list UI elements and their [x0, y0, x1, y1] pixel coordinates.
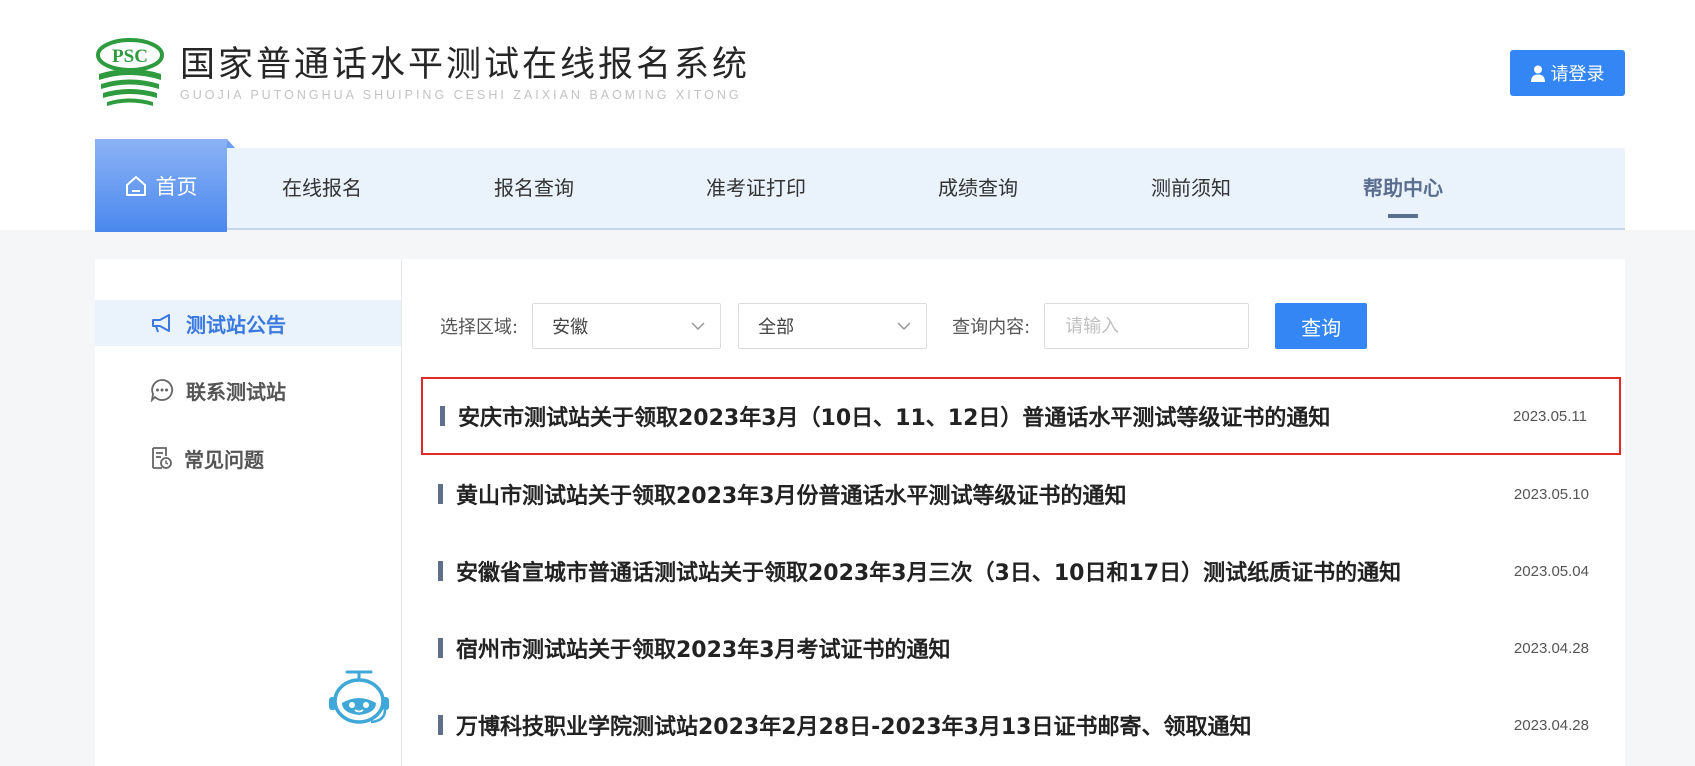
main-nav: 首页 在线报名 报名查询 准考证打印 成绩查询 测前须知 帮助中心 — [95, 139, 1625, 232]
faq-document-icon — [152, 447, 172, 469]
notice-item[interactable]: 安徽省宣城市普通话测试站关于领取2023年3月三次（3日、10日和17日）测试纸… — [421, 532, 1621, 610]
notice-title[interactable]: 安庆市测试站关于领取2023年3月（10日、11、12日）普通话水平测试等级证书… — [458, 400, 1513, 432]
robot-assistant-icon[interactable] — [325, 669, 393, 729]
nav-pre-test-notice[interactable]: 测前须知 — [1151, 148, 1231, 228]
notice-title[interactable]: 万博科技职业学院测试站2023年2月28日-2023年3月13日证书邮寄、领取通… — [456, 709, 1514, 741]
psc-emblem-icon: PSC — [96, 38, 164, 106]
region-select[interactable]: 安徽 — [532, 303, 722, 349]
chevron-down-icon — [691, 322, 705, 330]
notice-bullet — [440, 406, 445, 426]
nav-home[interactable]: 首页 — [95, 139, 235, 232]
notice-bullet — [438, 484, 443, 504]
notice-title[interactable]: 安徽省宣城市普通话测试站关于领取2023年3月三次（3日、10日和17日）测试纸… — [456, 555, 1514, 587]
login-button[interactable]: 请登录 — [1510, 50, 1625, 96]
site-title: 国家普通话水平测试在线报名系统 — [180, 44, 751, 85]
nav-online-registration[interactable]: 在线报名 — [282, 148, 362, 228]
notice-item[interactable]: 安庆市测试站关于领取2023年3月（10日、11、12日）普通话水平测试等级证书… — [421, 377, 1621, 455]
chat-bubble-icon — [150, 379, 174, 402]
home-icon — [125, 175, 146, 196]
region-select-value: 安徽 — [552, 317, 589, 338]
region-label: 选择区域: — [440, 317, 519, 338]
scope-select-value: 全部 — [758, 317, 795, 338]
notice-title[interactable]: 宿州市测试站关于领取2023年3月考试证书的通知 — [456, 632, 1514, 664]
sidebar-item-faq[interactable]: 常见问题 — [95, 435, 401, 481]
svg-text:PSC: PSC — [112, 46, 148, 67]
nav-help-center[interactable]: 帮助中心 — [1363, 148, 1443, 228]
site-logo[interactable]: PSC 国家普通话水平测试在线报名系统 GUOJIA PUTONGHUA SHU… — [95, 38, 750, 108]
notice-date: 2023.05.04 — [1513, 562, 1589, 580]
query-label: 查询内容: — [952, 317, 1031, 338]
notice-date: 2023.04.28 — [1513, 639, 1589, 657]
sidebar-item-label: 联系测试站 — [186, 379, 286, 404]
notice-item[interactable]: 万博科技职业学院测试站2023年2月28日-2023年3月13日证书邮寄、领取通… — [421, 686, 1621, 764]
login-label: 请登录 — [1550, 64, 1605, 85]
nav-registration-query[interactable]: 报名查询 — [494, 148, 574, 228]
notice-date: 2023.04.28 — [1513, 716, 1589, 734]
sidebar-item-station-announcements[interactable]: 测试站公告 — [95, 300, 401, 346]
chevron-down-icon — [897, 322, 911, 330]
search-button[interactable]: 查询 — [1275, 303, 1368, 349]
notice-item[interactable]: 宿州市测试站关于领取2023年3月考试证书的通知 2023.04.28 — [421, 609, 1621, 687]
sidebar-item-label: 测试站公告 — [186, 312, 286, 337]
site-title-pinyin: GUOJIA PUTONGHUA SHUIPING CESHI ZAIXIAN … — [180, 87, 742, 102]
query-input[interactable] — [1044, 303, 1250, 349]
notice-date: 2023.05.10 — [1513, 485, 1589, 503]
scope-select[interactable]: 全部 — [738, 303, 928, 349]
sidebar-item-contact-station[interactable]: 联系测试站 — [95, 367, 401, 413]
filter-bar: 选择区域: 安徽 全部 查询内容: 查询 — [440, 303, 1368, 349]
notice-bullet — [438, 561, 443, 581]
user-icon — [1530, 65, 1545, 82]
sidebar: 测试站公告 联系测试站 常见问题 — [95, 259, 402, 766]
notice-item[interactable]: 黄山市测试站关于领取2023年3月份普通话水平测试等级证书的通知 2023.05… — [421, 455, 1621, 533]
sidebar-item-label: 常见问题 — [184, 447, 264, 472]
nav-home-label: 首页 — [155, 174, 198, 199]
content-panel: 测试站公告 联系测试站 常见问题 选择区域: 安徽 全部 查询内容: 请输入 查… — [95, 259, 1625, 766]
nav-admission-ticket-print[interactable]: 准考证打印 — [706, 148, 806, 228]
megaphone-icon — [152, 314, 170, 333]
notice-bullet — [438, 715, 443, 735]
notice-title[interactable]: 黄山市测试站关于领取2023年3月份普通话水平测试等级证书的通知 — [456, 478, 1514, 510]
nav-score-query[interactable]: 成绩查询 — [938, 148, 1018, 228]
notice-bullet — [438, 638, 443, 658]
notice-date: 2023.05.11 — [1513, 407, 1587, 425]
